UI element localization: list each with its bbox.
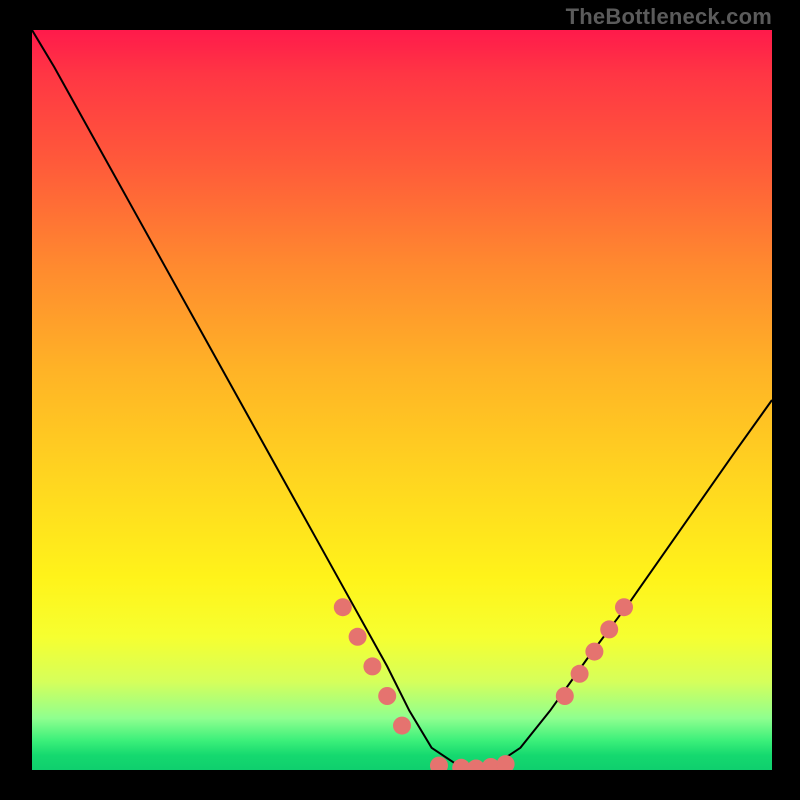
bottleneck-curve (32, 30, 772, 770)
marker-dots (334, 598, 633, 770)
marker-dot (497, 755, 515, 770)
marker-dot (349, 628, 367, 646)
chart-frame: TheBottleneck.com (0, 0, 800, 800)
curve-path (32, 30, 772, 770)
plot-area (32, 30, 772, 770)
marker-dot (585, 643, 603, 661)
marker-dot (571, 665, 589, 683)
watermark-text: TheBottleneck.com (566, 4, 772, 30)
marker-dot (378, 687, 396, 705)
chart-svg (32, 30, 772, 770)
marker-dot (556, 687, 574, 705)
marker-dot (393, 717, 411, 735)
marker-dot (334, 598, 352, 616)
marker-dot (615, 598, 633, 616)
marker-dot (430, 757, 448, 770)
marker-dot (363, 657, 381, 675)
marker-dot (600, 620, 618, 638)
